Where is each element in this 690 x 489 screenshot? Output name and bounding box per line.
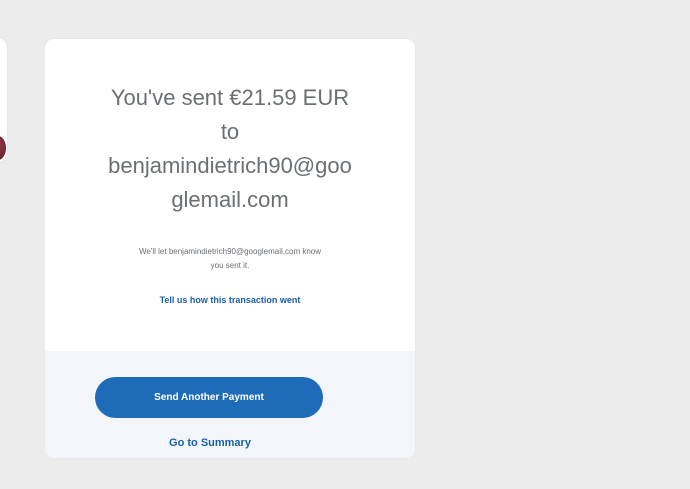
confirmation-headline: You've sent €21.59 EUR to benjamindietri… <box>65 81 395 217</box>
headline-amount-line: You've sent €21.59 EUR <box>110 85 350 110</box>
notice-line-1: We'll let benjamindietrich90@googlemail.… <box>138 247 322 256</box>
go-to-summary-link[interactable]: Go to Summary <box>65 437 355 449</box>
notice-line-2: you sent it. <box>210 261 250 270</box>
headline-to-line: to <box>220 119 240 144</box>
payment-confirmation-card: You've sent €21.59 EUR to benjamindietri… <box>45 39 415 458</box>
send-another-payment-button[interactable]: Send Another Payment <box>95 377 323 418</box>
headline-recipient-line-2: glemail.com <box>171 187 289 212</box>
headline-recipient-line-1: benjamindietrich90@goo <box>108 153 352 178</box>
recipient-notice: We'll let benjamindietrich90@googlemail.… <box>53 245 407 273</box>
transaction-feedback-link[interactable]: Tell us how this transaction went <box>65 295 395 305</box>
confirmation-body: You've sent €21.59 EUR to benjamindietri… <box>45 39 415 351</box>
page: You've sent €21.59 EUR to benjamindietri… <box>0 0 690 489</box>
